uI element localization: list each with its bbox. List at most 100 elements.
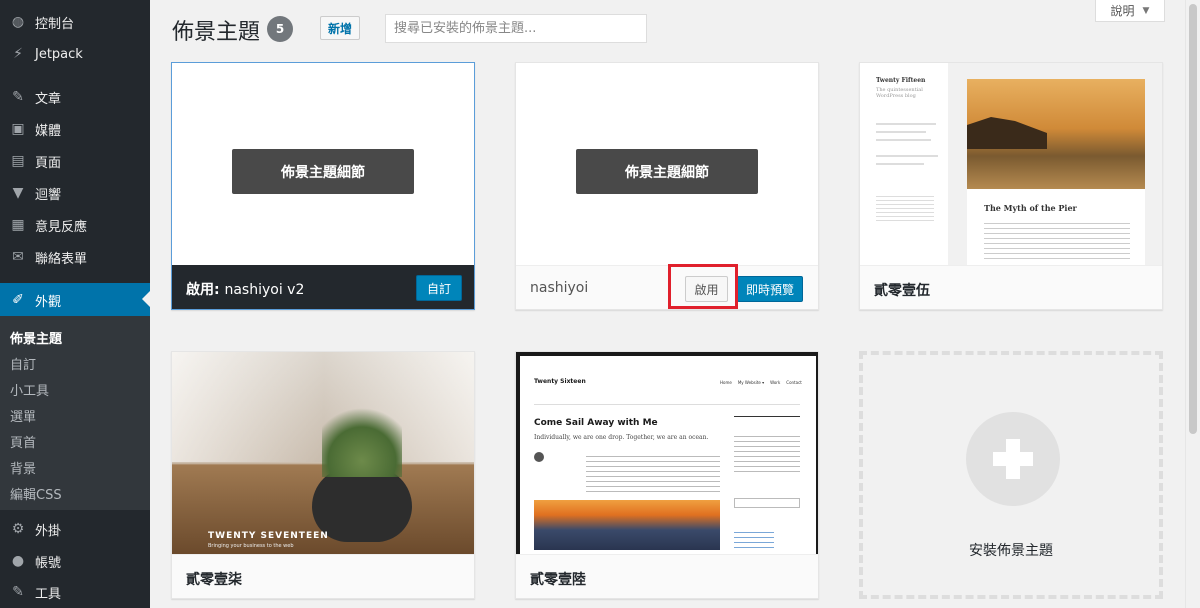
tools-icon: ✎: [12, 584, 24, 600]
menu-pages[interactable]: ▤ 頁面: [0, 145, 150, 177]
menu-label: 聯絡表單: [35, 251, 88, 267]
theme-card-footer: 貳零壹伍: [860, 265, 1162, 309]
submenu-menus[interactable]: 選單: [10, 406, 36, 425]
menu-label: 工具: [35, 586, 62, 602]
theme-details-button[interactable]: 佈景主題細節: [232, 149, 414, 194]
theme-details-button[interactable]: 佈景主題細節: [576, 149, 758, 194]
site-nav: Home My Website ▾ Work Contact: [720, 380, 802, 385]
menu-label: 意見反應: [35, 219, 88, 235]
nav-item: Contact: [786, 380, 802, 385]
page-icon: ▤: [11, 153, 25, 169]
theme-card-twenty-sixteen[interactable]: Twenty Sixteen Home My Website ▾ Work Co…: [515, 351, 819, 599]
theme-card-footer: 貳零壹柒: [172, 554, 474, 598]
theme-card-footer: 貳零壹陸: [516, 554, 818, 598]
customize-button[interactable]: 自訂: [416, 275, 462, 301]
nav-item: My Website ▾: [737, 380, 765, 385]
feedback-icon: ▦: [11, 217, 25, 233]
menu-media[interactable]: ▣ 媒體: [0, 113, 150, 145]
menu-posts[interactable]: ✎ 文章: [0, 81, 150, 113]
theme-card-twenty-fifteen[interactable]: Twenty Fifteen The quintessential WordPr…: [859, 62, 1163, 310]
media-icon: ▣: [11, 121, 25, 137]
live-preview-button[interactable]: 即時預覽: [737, 276, 803, 302]
menu-users[interactable]: ● 帳號: [0, 545, 150, 577]
appearance-submenu: 佈景主題 自訂 小工具 選單 頁首 背景 編輯CSS: [0, 316, 150, 510]
admin-sidebar: ◍ 控制台 ⚡ Jetpack ✎ 文章 ▣ 媒體 ▤ 頁面 ▼ 迴響 ▦ 意見…: [0, 0, 150, 608]
theme-card-active[interactable]: 佈景主題細節 啟用: nashiyoi v2 自訂: [171, 62, 475, 310]
theme-card-footer: nashiyoi 啟用 即時預覽: [516, 265, 818, 309]
highlight-box: [668, 264, 738, 309]
menu-label: 文章: [35, 91, 62, 107]
menu-comments[interactable]: ▼ 迴響: [0, 177, 150, 209]
comment-icon: ▼: [12, 185, 24, 201]
plus-icon: [966, 412, 1060, 506]
menu-label: 外觀: [35, 294, 62, 310]
menu-label: 控制台: [35, 16, 75, 32]
page-scrollbar[interactable]: [1185, 0, 1200, 608]
nav-item: Work: [770, 380, 781, 385]
theme-name: nashiyoi v2: [224, 282, 305, 298]
nav-item: Home: [720, 380, 732, 385]
submenu-themes[interactable]: 佈景主題: [10, 328, 62, 347]
overlay-title: TWENTY SEVENTEEN: [208, 531, 329, 541]
menu-label: Jetpack: [35, 46, 83, 62]
succulent: [322, 397, 402, 477]
theme-screenshot: TWENTY SEVENTEEN Bringing your business …: [172, 352, 474, 554]
appearance-icon: ✐: [12, 292, 24, 308]
active-theme-name: 啟用: nashiyoi v2: [186, 279, 304, 299]
submenu-background[interactable]: 背景: [10, 458, 36, 477]
theme-screenshot: 佈景主題細節: [172, 63, 474, 265]
theme-card-twenty-seventeen[interactable]: TWENTY SEVENTEEN Bringing your business …: [171, 351, 475, 599]
menu-jetpack[interactable]: ⚡ Jetpack: [0, 38, 150, 70]
overlay-subtitle: Bringing your business to the web: [208, 543, 294, 549]
help-label: 說明: [1110, 4, 1135, 18]
menu-label: 頁面: [35, 155, 62, 171]
menu-label: 外掛: [35, 523, 62, 539]
theme-count-badge: 5: [267, 16, 293, 42]
theme-screenshot: 佈景主題細節: [516, 63, 818, 265]
post-title: Come Sail Away with Me: [534, 418, 658, 428]
site-title: Twenty Sixteen: [534, 378, 586, 385]
menu-tools[interactable]: ✎ 工具: [0, 576, 150, 608]
chevron-down-icon: ▼: [1142, 5, 1150, 16]
sunset-photo: [534, 500, 720, 550]
pier-photo: [967, 79, 1145, 189]
add-new-theme-label: 安裝佈景主題: [969, 543, 1053, 559]
menu-plugins[interactable]: ⚙ 外掛: [0, 513, 150, 545]
menu-dashboard[interactable]: ◍ 控制台: [0, 6, 150, 38]
submenu-edit-css[interactable]: 編輯CSS: [10, 484, 62, 503]
theme-screenshot: Twenty Fifteen The quintessential WordPr…: [860, 63, 1162, 265]
site-title: Twenty Fifteen: [876, 77, 926, 84]
menu-feedback[interactable]: ▦ 意見反應: [0, 209, 150, 241]
page-title: 佈景主題: [172, 20, 261, 45]
add-new-theme-card[interactable]: 安裝佈景主題: [859, 351, 1163, 599]
theme-search-input[interactable]: [385, 14, 647, 43]
submenu-customize[interactable]: 自訂: [10, 354, 36, 373]
mail-icon: ✉: [12, 249, 24, 265]
theme-name: 貳零壹柒: [186, 572, 242, 588]
theme-name: 貳零壹陸: [530, 572, 586, 588]
site-tagline: The quintessential WordPress blog: [876, 87, 923, 99]
menu-label: 迴響: [35, 187, 62, 203]
theme-name: 貳零壹伍: [874, 283, 930, 299]
submenu-header[interactable]: 頁首: [10, 432, 36, 451]
submenu-widgets[interactable]: 小工具: [10, 380, 49, 399]
menu-label: 媒體: [35, 123, 62, 139]
dashboard-icon: ◍: [11, 14, 25, 30]
add-new-theme-button[interactable]: 新增: [320, 16, 360, 40]
active-prefix: 啟用:: [186, 282, 220, 298]
scrollbar-thumb[interactable]: [1189, 4, 1197, 434]
jetpack-icon: ⚡: [13, 46, 23, 62]
post-intro: Individually, we are one drop. Together,…: [534, 434, 709, 441]
theme-card-footer: 啟用: nashiyoi v2 自訂: [172, 265, 474, 309]
menu-label: 帳號: [35, 555, 62, 571]
menu-appearance[interactable]: ✐ 外觀: [0, 283, 150, 317]
plugin-icon: ⚙: [11, 521, 25, 537]
theme-name: nashiyoi: [530, 280, 589, 296]
pin-icon: ✎: [12, 89, 24, 105]
theme-card-nashiyoi[interactable]: 佈景主題細節 nashiyoi 啟用 即時預覽: [515, 62, 819, 310]
post-title: The Myth of the Pier: [984, 203, 1077, 213]
help-tab-button[interactable]: 說明 ▼: [1095, 0, 1165, 22]
user-icon: ●: [11, 553, 25, 569]
menu-contact-form[interactable]: ✉ 聯絡表單: [0, 241, 150, 273]
theme-screenshot: Twenty Sixteen Home My Website ▾ Work Co…: [516, 352, 818, 554]
